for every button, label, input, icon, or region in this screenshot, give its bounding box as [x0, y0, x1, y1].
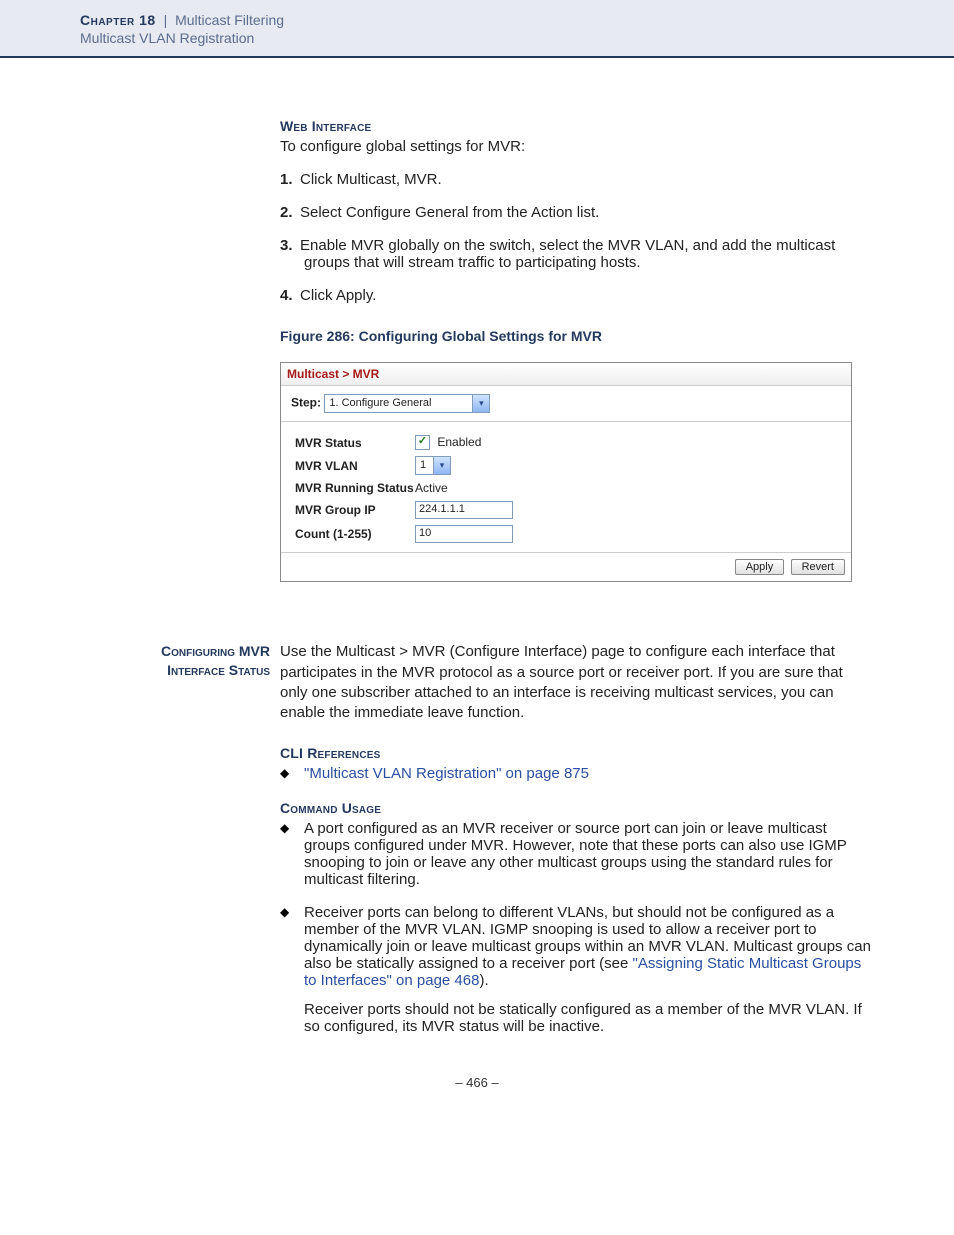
figure-caption: Figure 286: Configuring Global Settings …: [280, 328, 874, 344]
panel-body: MVR Status ✓ Enabled MVR VLAN 1 ▾: [281, 422, 851, 552]
usage-text: ).: [479, 972, 488, 989]
step-item: 4.Click Apply.: [280, 287, 874, 304]
page-header: Chapter 18 | Multicast Filtering Multica…: [0, 0, 954, 58]
web-interface-block: Web Interface To configure global settin…: [280, 118, 874, 155]
usage-subparagraph: Receiver ports should not be statically …: [304, 1001, 874, 1035]
section-side-label: Configuring MVR Interface Status: [80, 642, 280, 680]
step-item: 1.Click Multicast, MVR.: [280, 171, 874, 188]
dropdown-arrow-icon: ▾: [433, 457, 450, 474]
panel-breadcrumb: Multicast > MVR: [281, 363, 851, 386]
page-body: Web Interface To configure global settin…: [0, 58, 954, 1120]
step-row: Step: 1. Configure General ▾: [281, 386, 851, 422]
mvr-vlan-value: 1: [420, 459, 426, 471]
interface-status-section: Configuring MVR Interface Status Use the…: [80, 642, 874, 723]
chapter-title: Multicast Filtering: [175, 12, 284, 28]
cli-references-heading: CLI References: [280, 745, 874, 761]
step-label: Step:: [291, 396, 321, 410]
step-select-value: 1. Configure General: [329, 397, 431, 409]
command-usage-heading: Command Usage: [280, 800, 874, 816]
mvr-running-value: Active: [415, 478, 513, 498]
revert-button[interactable]: Revert: [791, 559, 845, 575]
mvr-group-ip-input[interactable]: 224.1.1.1: [415, 501, 513, 519]
step-select[interactable]: 1. Configure General ▾: [324, 394, 490, 413]
header-line-1: Chapter 18 | Multicast Filtering: [80, 12, 954, 28]
chapter-label: Chapter 18: [80, 12, 156, 28]
step-text: Select Configure General from the Action…: [300, 204, 599, 221]
header-subtitle: Multicast VLAN Registration: [80, 28, 954, 46]
mvr-status-label: MVR Status: [295, 432, 415, 453]
mvr-running-label: MVR Running Status: [295, 478, 415, 498]
count-label: Count (1-255): [295, 522, 415, 546]
step-item: 3.Enable MVR globally on the switch, sel…: [280, 237, 874, 271]
count-input[interactable]: 10: [415, 525, 513, 543]
step-text: Click Apply.: [300, 287, 376, 304]
enabled-label: Enabled: [437, 435, 481, 449]
panel-buttons: Apply Revert: [281, 552, 851, 581]
side-label-line: Configuring MVR: [80, 642, 270, 661]
mvr-status-value: ✓ Enabled: [415, 432, 513, 453]
step-item: 2.Select Configure General from the Acti…: [280, 204, 874, 221]
command-usage-list: A port configured as an MVR receiver or …: [280, 820, 874, 1035]
mvr-config-panel: Multicast > MVR Step: 1. Configure Gener…: [280, 362, 852, 582]
web-interface-heading: Web Interface: [280, 118, 874, 134]
steps-list: 1.Click Multicast, MVR. 2.Select Configu…: [280, 171, 874, 304]
section-paragraph: Use the Multicast > MVR (Configure Inter…: [280, 642, 874, 723]
mvr-group-ip-label: MVR Group IP: [295, 498, 415, 522]
side-label-line: Interface Status: [80, 661, 270, 680]
cli-reference-link[interactable]: "Multicast VLAN Registration" on page 87…: [304, 765, 589, 782]
web-interface-intro: To configure global settings for MVR:: [280, 138, 874, 155]
step-text: Click Multicast, MVR.: [300, 171, 442, 188]
list-item: Receiver ports can belong to different V…: [280, 904, 874, 1035]
list-item: A port configured as an MVR receiver or …: [280, 820, 874, 888]
mvr-vlan-select[interactable]: 1 ▾: [415, 456, 451, 475]
list-item: "Multicast VLAN Registration" on page 87…: [280, 765, 874, 782]
page-number: – 466 –: [80, 1075, 874, 1120]
step-text: Enable MVR globally on the switch, selec…: [300, 237, 835, 271]
apply-button[interactable]: Apply: [735, 559, 785, 575]
header-separator: |: [164, 12, 168, 28]
mvr-status-checkbox[interactable]: ✓: [415, 435, 430, 450]
usage-text: A port configured as an MVR receiver or …: [304, 820, 847, 888]
cli-references-list: "Multicast VLAN Registration" on page 87…: [280, 765, 874, 782]
dropdown-arrow-icon: ▾: [472, 395, 489, 412]
mvr-vlan-label: MVR VLAN: [295, 453, 415, 478]
